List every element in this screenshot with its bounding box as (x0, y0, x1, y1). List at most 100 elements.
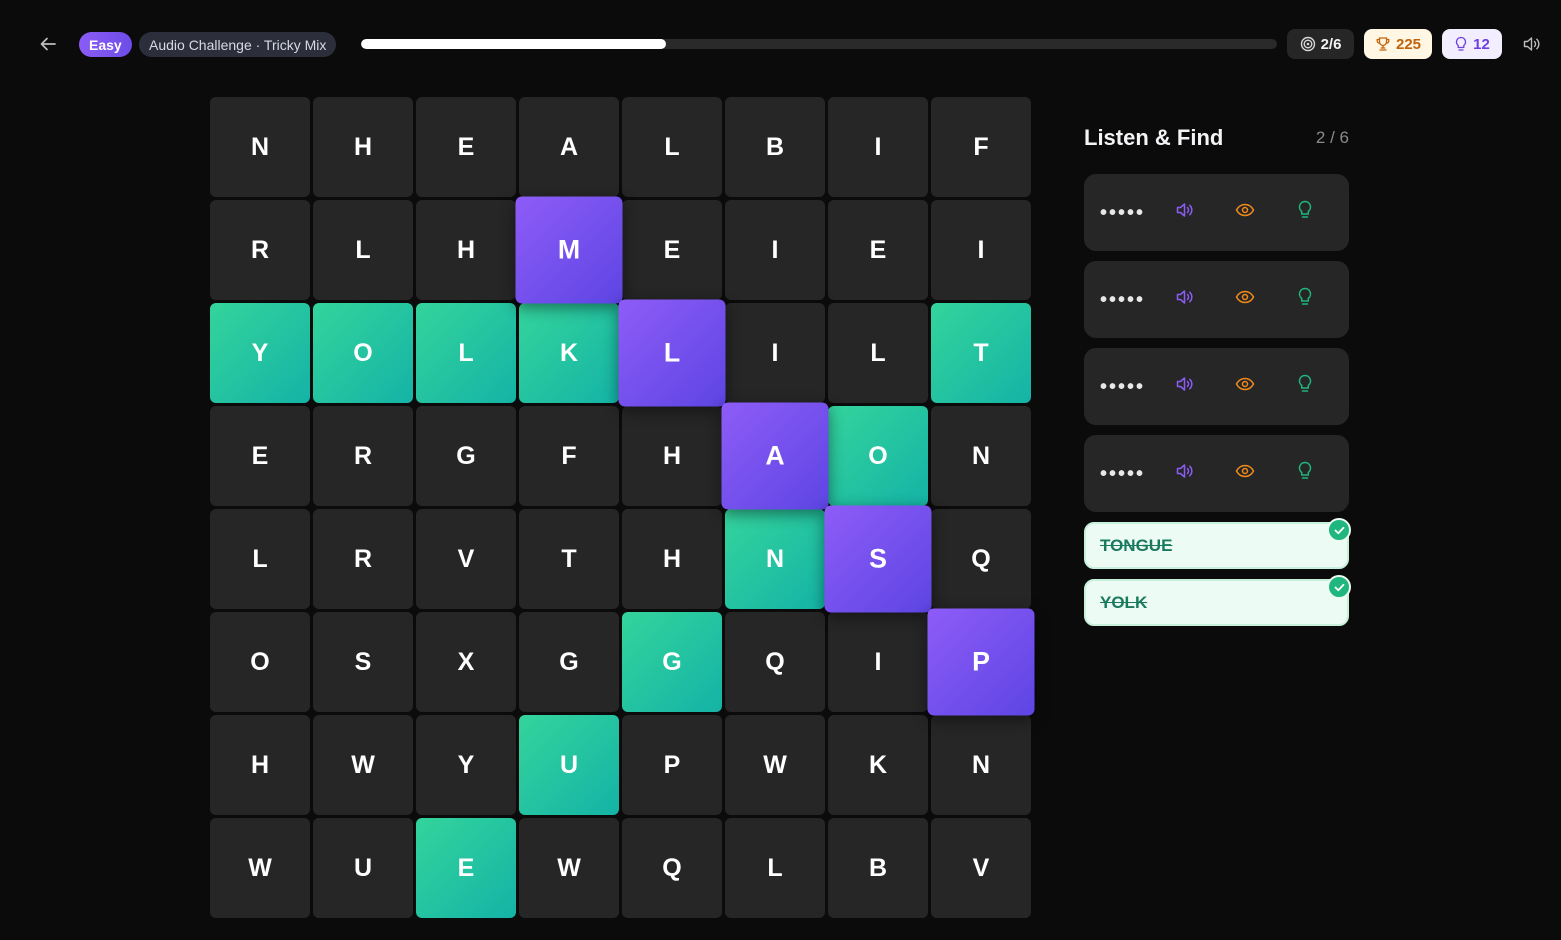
words-found-counter: 2/6 (1287, 29, 1354, 59)
grid-cell[interactable]: M (515, 196, 623, 304)
grid-cell[interactable]: S (313, 612, 413, 712)
lightbulb-icon (1297, 461, 1313, 486)
grid-cell[interactable]: Y (210, 303, 310, 403)
word-mask: ••••• (1100, 462, 1146, 485)
grid-cell[interactable]: E (210, 406, 310, 506)
reveal-button[interactable] (1233, 201, 1257, 225)
grid-cell[interactable]: H (622, 406, 722, 506)
grid-cell[interactable]: A (721, 402, 829, 510)
grid-cell[interactable]: I (725, 303, 825, 403)
reveal-button[interactable] (1233, 375, 1257, 399)
grid-cell[interactable]: B (828, 818, 928, 918)
grid-cell[interactable]: U (313, 818, 413, 918)
hidden-word-card: ••••• (1084, 261, 1349, 338)
grid-cell[interactable]: L (416, 303, 516, 403)
grid-cell[interactable]: S (824, 505, 932, 613)
grid-cell[interactable]: H (416, 200, 516, 300)
hint-button[interactable] (1293, 374, 1317, 399)
grid-cell[interactable]: T (519, 509, 619, 609)
grid-cell[interactable]: L (828, 303, 928, 403)
grid-cell[interactable]: U (519, 715, 619, 815)
grid-cell[interactable]: N (931, 715, 1031, 815)
reveal-button[interactable] (1233, 288, 1257, 312)
words-found-value: 2/6 (1320, 35, 1342, 53)
grid-cell[interactable]: W (313, 715, 413, 815)
hint-button[interactable] (1293, 200, 1317, 225)
grid-cell[interactable]: B (725, 97, 825, 197)
progress-fill (361, 39, 667, 49)
grid-cell[interactable]: K (519, 303, 619, 403)
back-button[interactable] (36, 32, 60, 56)
reveal-button[interactable] (1233, 462, 1257, 486)
grid-cell[interactable]: W (519, 818, 619, 918)
grid-cell[interactable]: X (416, 612, 516, 712)
grid-cell[interactable]: W (725, 715, 825, 815)
grid-cell[interactable]: A (519, 97, 619, 197)
grid-cell[interactable]: Q (931, 509, 1031, 609)
hint-button[interactable] (1293, 287, 1317, 312)
play-audio-button[interactable] (1173, 201, 1197, 225)
lightbulb-icon (1297, 287, 1313, 312)
grid-cell[interactable]: W (210, 818, 310, 918)
score-value: 225 (1395, 35, 1422, 53)
grid-cell[interactable]: H (210, 715, 310, 815)
grid-cell[interactable]: F (931, 97, 1031, 197)
sound-toggle-button[interactable] (1519, 32, 1545, 56)
grid-cell[interactable]: P (622, 715, 722, 815)
grid-cell[interactable]: F (519, 406, 619, 506)
grid-cell[interactable]: L (725, 818, 825, 918)
play-audio-button[interactable] (1173, 288, 1197, 312)
grid-cell[interactable]: V (931, 818, 1031, 918)
difficulty-badge: Easy (79, 32, 132, 57)
grid-cell[interactable]: I (931, 200, 1031, 300)
eye-icon (1235, 289, 1255, 310)
grid-cell[interactable]: N (931, 406, 1031, 506)
grid-cell[interactable]: R (313, 509, 413, 609)
play-audio-button[interactable] (1173, 462, 1197, 486)
lightbulb-icon (1297, 200, 1313, 225)
hidden-word-card: ••••• (1084, 435, 1349, 512)
grid-cell[interactable]: N (210, 97, 310, 197)
grid-cell[interactable]: E (416, 818, 516, 918)
grid-cell[interactable]: O (313, 303, 413, 403)
grid-cell[interactable]: I (725, 200, 825, 300)
grid-cell[interactable]: I (828, 97, 928, 197)
grid-cell[interactable]: Q (622, 818, 722, 918)
hint-button[interactable] (1293, 461, 1317, 486)
panel-title: Listen & Find (1084, 125, 1224, 150)
grid-cell[interactable]: H (313, 97, 413, 197)
letter-grid: NHEALBIFRLHMEIEIYOLKLILTERGFHAONLRVTHNSQ… (210, 97, 1035, 918)
grid-cell[interactable]: G (519, 612, 619, 712)
grid-cell[interactable]: L (313, 200, 413, 300)
grid-cell[interactable]: Y (416, 715, 516, 815)
word-mask: ••••• (1100, 375, 1146, 398)
grid-cell[interactable]: O (210, 612, 310, 712)
grid-cell[interactable]: L (618, 299, 726, 407)
arrow-left-icon (40, 37, 56, 51)
hidden-word-card: ••••• (1084, 174, 1349, 251)
grid-cell[interactable]: I (828, 612, 928, 712)
grid-cell[interactable]: Q (725, 612, 825, 712)
grid-cell[interactable]: N (725, 509, 825, 609)
grid-cell[interactable]: R (313, 406, 413, 506)
grid-cell[interactable]: L (622, 97, 722, 197)
grid-cell[interactable]: L (210, 509, 310, 609)
grid-cell[interactable]: O (828, 406, 928, 506)
grid-cell[interactable]: K (828, 715, 928, 815)
grid-cell[interactable]: P (927, 608, 1035, 716)
grid-cell[interactable]: R (210, 200, 310, 300)
grid-cell[interactable]: E (622, 200, 722, 300)
grid-cell[interactable]: V (416, 509, 516, 609)
grid-cell[interactable]: E (828, 200, 928, 300)
grid-cell[interactable]: H (622, 509, 722, 609)
play-audio-button[interactable] (1173, 375, 1197, 399)
top-bar: Easy Audio Challenge · Tricky Mix 2/6 22… (0, 0, 1561, 88)
grid-cell[interactable]: G (416, 406, 516, 506)
lightbulb-icon (1456, 36, 1467, 51)
hidden-word-card: ••••• (1084, 348, 1349, 425)
check-icon (1327, 575, 1351, 599)
grid-cell[interactable]: E (416, 97, 516, 197)
word-mask: ••••• (1100, 288, 1146, 311)
grid-cell[interactable]: G (622, 612, 722, 712)
grid-cell[interactable]: T (931, 303, 1031, 403)
